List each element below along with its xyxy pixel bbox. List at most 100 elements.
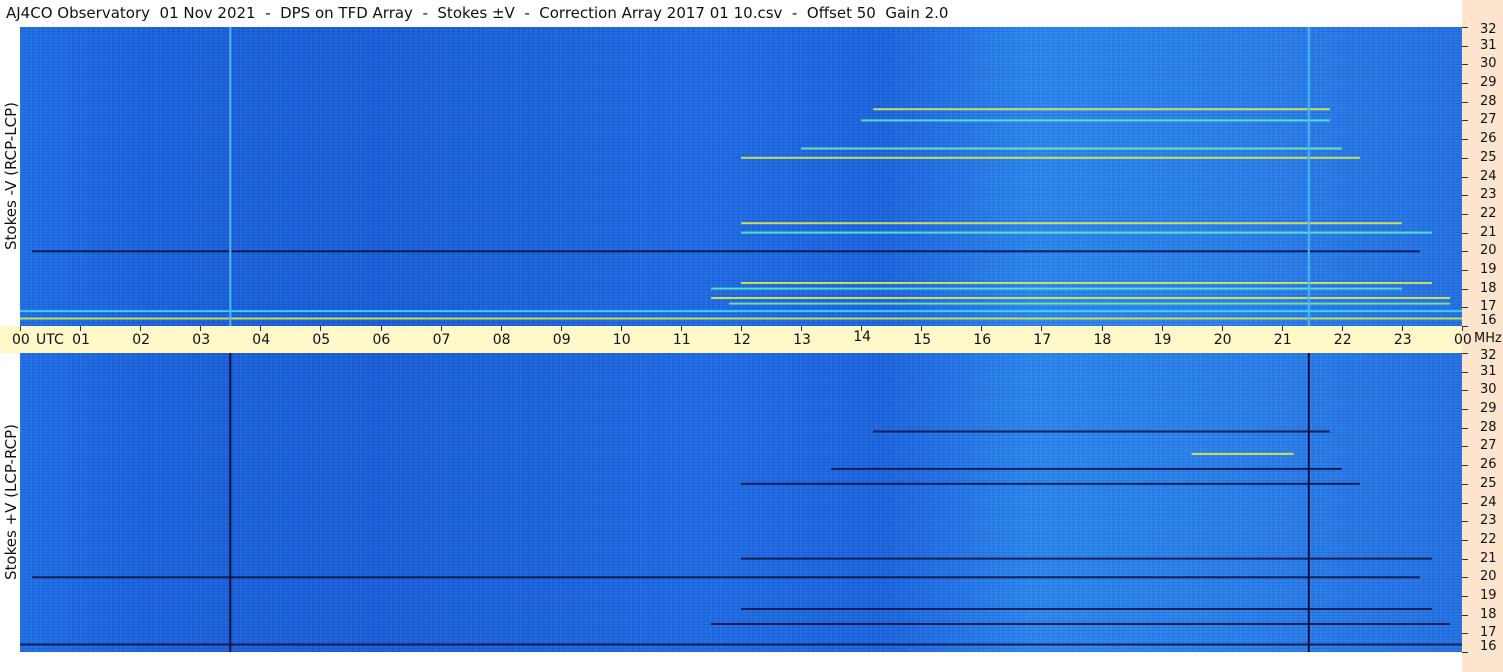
frequency-tick-label: 20 xyxy=(1480,569,1497,585)
utc-tick-mark xyxy=(801,326,803,331)
utc-tick-label: 05 xyxy=(312,332,331,348)
utc-tick-label: 08 xyxy=(492,332,511,348)
utc-tick-label: 00 xyxy=(1454,332,1472,348)
frequency-tick-label: 21 xyxy=(1480,224,1497,240)
frequency-tick-mark xyxy=(1462,139,1468,141)
utc-tick-mark xyxy=(1041,326,1043,331)
frequency-tick-mark xyxy=(1462,157,1468,159)
frequency-tick-label: 30 xyxy=(1480,382,1497,398)
emission-band xyxy=(1191,452,1294,455)
emission-band xyxy=(711,623,1450,625)
frequency-tick-mark xyxy=(1462,120,1468,122)
utc-time-axis: 00 01 02 03 04 05 06 07 08 09 10 11 12 13 14 15 16 17 18 19… xyxy=(0,326,1472,353)
utc-tick-label: 15 xyxy=(913,332,932,348)
bottom-panel-svg xyxy=(20,353,1462,652)
utc-tick-mark xyxy=(20,326,21,331)
utc-tick-mark xyxy=(320,326,322,331)
utc-tick-mark xyxy=(1281,326,1283,331)
frequency-tick-label: 18 xyxy=(1480,606,1497,622)
emission-band xyxy=(741,482,1360,485)
utc-tick-mark xyxy=(500,326,502,331)
frequency-tick-label: 31 xyxy=(1480,363,1497,379)
utc-tick-mark xyxy=(741,326,742,331)
emission-band xyxy=(861,119,1330,122)
frequency-tick-mark xyxy=(1462,83,1468,85)
utc-tick-label: 19 xyxy=(1153,332,1172,348)
utc-tick-mark xyxy=(981,326,983,331)
frequency-tick-mark xyxy=(1462,251,1468,253)
frequency-tick-label: 17 xyxy=(1480,625,1497,641)
frequency-tick-label: 22 xyxy=(1480,531,1497,547)
emission-band xyxy=(741,231,1432,234)
frequency-tick-mark xyxy=(1462,652,1468,653)
utc-tick-mark xyxy=(1341,326,1343,331)
frequency-tick-label: 21 xyxy=(1480,550,1497,566)
frequency-tick-label: 26 xyxy=(1480,457,1497,473)
frequency-tick-mark xyxy=(1462,483,1468,485)
utc-tick-label: 16 xyxy=(973,332,992,348)
utc-tick-mark xyxy=(680,326,682,331)
frequency-tick-label: 16 xyxy=(1480,639,1497,654)
top-panel-ylabel: Stokes -V (RCP-LCP) xyxy=(2,102,20,250)
frequency-tick-mark xyxy=(1462,232,1468,234)
top-panel-svg xyxy=(20,27,1462,326)
frequency-tick-mark xyxy=(1462,502,1468,504)
frequency-tick-label: 18 xyxy=(1480,280,1497,296)
emission-band xyxy=(32,576,1420,579)
mhz-unit-label: MHz xyxy=(1474,331,1502,346)
emission-band xyxy=(711,287,1402,290)
frequency-tick-mark xyxy=(1462,176,1468,178)
frequency-tick-mark xyxy=(1462,409,1468,411)
frequency-tick-label: 32 xyxy=(1480,348,1497,363)
frequency-tick-mark xyxy=(1462,27,1468,28)
utc-tick-label: 23 xyxy=(1393,332,1412,348)
frequency-tick-label: 24 xyxy=(1480,494,1497,510)
frequency-tick-mark xyxy=(1462,465,1468,467)
utc-tick-label: 03 xyxy=(192,332,211,348)
frequency-tick-mark xyxy=(1462,614,1468,616)
utc-tick-label: 00 xyxy=(12,332,30,348)
chart-title: AJ4CO Observatory 01 Nov 2021 - DPS on T… xyxy=(6,4,949,22)
bottom-panel-ylabel: Stokes +V (LCP-RCP) xyxy=(2,424,20,580)
utc-tick-label: 21 xyxy=(1273,332,1292,348)
utc-tick-label: 02 xyxy=(132,332,151,348)
frequency-tick-label: 28 xyxy=(1480,419,1497,435)
utc-tick-label: 12 xyxy=(733,332,751,348)
frequency-tick-label: 27 xyxy=(1480,438,1497,454)
emission-band xyxy=(20,310,1462,313)
frequency-tick-label: 29 xyxy=(1480,401,1497,417)
utc-tick-label: 06 xyxy=(372,332,391,348)
frequency-tick-label: 29 xyxy=(1480,75,1497,91)
frequency-tick-label: 19 xyxy=(1480,261,1497,277)
frequency-tick-label: 32 xyxy=(1480,22,1497,37)
frequency-tick-mark xyxy=(1462,288,1468,290)
frequency-tick-mark xyxy=(1462,558,1468,560)
utc-tick-label: 17 xyxy=(1033,332,1052,348)
frequency-tick-label: 20 xyxy=(1480,243,1497,259)
utc-tick-mark xyxy=(200,326,202,331)
frequency-tick-label: 25 xyxy=(1480,475,1497,491)
utc-tick-mark xyxy=(380,326,382,331)
frequency-tick-mark xyxy=(1462,195,1468,197)
emission-band xyxy=(873,430,1330,433)
vertical-marker-line xyxy=(1307,27,1310,326)
frequency-tick-mark xyxy=(1462,539,1468,541)
utc-tick-mark xyxy=(1161,326,1163,331)
emission-band xyxy=(741,608,1432,610)
frequency-tick-mark xyxy=(1462,213,1468,215)
utc-tick-mark xyxy=(1221,326,1223,331)
frequency-tick-mark xyxy=(1462,521,1468,523)
emission-band xyxy=(741,282,1432,284)
utc-tick-label: 04 xyxy=(252,332,271,348)
frequency-tick-label: 31 xyxy=(1480,37,1497,53)
utc-tick-label: 01 xyxy=(72,332,90,348)
utc-tick-label: 22 xyxy=(1333,332,1352,348)
utc-tick-label: 14 xyxy=(853,329,872,345)
frequency-tick-label: 24 xyxy=(1480,168,1497,184)
utc-tick-mark xyxy=(80,326,82,331)
emission-band xyxy=(741,557,1432,560)
frequency-tick-mark xyxy=(1462,45,1468,47)
frequency-tick-label: 26 xyxy=(1480,131,1497,147)
utc-tick-label: 07 xyxy=(432,332,451,348)
frequency-tick-mark xyxy=(1462,633,1468,635)
